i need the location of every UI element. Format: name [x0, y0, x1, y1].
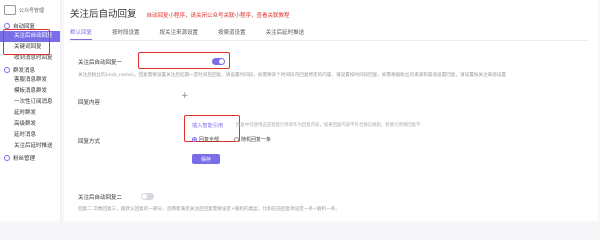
tab-by-channel[interactable]: 按渠道设置	[218, 28, 246, 40]
insert-variable-hint: 回复中可使用这些智能引用来作为回复内容，如果回复内容不符合微信规则，智能引用将回…	[236, 123, 421, 128]
nav-group-label: 粉丝管理	[13, 155, 36, 162]
sidebar-item-cs-broadcast[interactable]: 客服消息群发	[0, 75, 60, 86]
app-window: 公众号管理 自动回复 关注后自动回复 关键词回复 收到消息时回复 群发消息 客服…	[0, 0, 600, 221]
nav-group-broadcast[interactable]: 群发消息	[0, 64, 60, 75]
tab-bar: 默认回复 按时段设置 按关注来源设置 按渠道设置 关注后延时推送	[70, 28, 588, 41]
reply2-description: 回复二 次数回复三，跟默认回复的一部分，且两者满足关注后回复需要设定+随机的类型…	[78, 207, 340, 212]
tab-by-source[interactable]: 按关注来源设置	[160, 28, 199, 40]
highlight-annotation	[138, 52, 230, 69]
toggle2-label: 关注后自动回复二	[78, 195, 123, 201]
radio-label: 回复全部	[199, 137, 220, 143]
sidebar-item-template-broadcast[interactable]: 模板消息群发	[0, 86, 60, 97]
toggle1-label: 关注后自动回复一	[78, 60, 123, 66]
title-note[interactable]: 自动回复小程序，请关闭公众号关联小程序，查看关联教程	[147, 11, 290, 19]
radio-dot	[234, 137, 239, 142]
user-icon	[4, 154, 10, 161]
reply2-toggle[interactable]	[141, 193, 154, 200]
title-row: 关注后自动回复 自动回复小程序，请关闭公众号关联小程序，查看关联教程	[64, 0, 598, 28]
sidebar-item-subscribe-message[interactable]: 一次性订阅消息	[0, 97, 60, 108]
toggle-knob	[142, 194, 147, 199]
content-label: 回复内容	[78, 100, 101, 106]
main-panel: 关注后自动回复 自动回复小程序，请关闭公众号关联小程序，查看关联教程 默认回复 …	[64, 0, 598, 221]
radio-dot	[192, 137, 197, 142]
brand-name: 公众号管理	[19, 7, 45, 14]
nav-group-fans[interactable]: 粉丝管理	[0, 152, 60, 163]
radio-label: 随机回复一条	[241, 137, 272, 143]
radio-reply-all[interactable]: 回复全部	[192, 136, 219, 143]
reply1-description: 关注后粉丝的(nick_name)，回复需要设置关注后延期一定时间后回复，请设置…	[78, 73, 506, 78]
sidebar-item-follow-delay-push[interactable]: 关注后延时推送	[0, 141, 60, 152]
page-title: 关注后自动回复	[70, 9, 137, 20]
sidebar: 公众号管理 自动回复 关注后自动回复 关键词回复 收到消息时回复 群发消息 客服…	[0, 0, 61, 221]
add-content-icon[interactable]: +	[181, 91, 189, 101]
method-label: 回复方式	[78, 139, 101, 145]
radio-reply-random[interactable]: 随机回复一条	[234, 136, 271, 143]
sidebar-item-delayed-message[interactable]: 延时消息	[0, 130, 60, 141]
tab-default-reply[interactable]: 默认回复	[70, 28, 93, 40]
tab-delay-push[interactable]: 关注后延时推送	[266, 28, 305, 40]
send-icon	[4, 66, 10, 73]
chat-icon	[4, 22, 10, 29]
sidebar-item-advanced-broadcast[interactable]: 高级群发	[0, 119, 60, 130]
sidebar-item-delayed-broadcast[interactable]: 延时群发	[0, 108, 60, 119]
save-button[interactable]: 保存	[192, 154, 220, 164]
brand-logo-icon	[4, 5, 16, 15]
highlight-annotation	[3, 29, 50, 55]
tab-by-time[interactable]: 按时段设置	[112, 28, 140, 40]
nav-group-label: 群发消息	[13, 67, 36, 74]
insert-variable-link[interactable]: 插入智能引用	[192, 122, 223, 129]
brand: 公众号管理	[0, 0, 60, 20]
